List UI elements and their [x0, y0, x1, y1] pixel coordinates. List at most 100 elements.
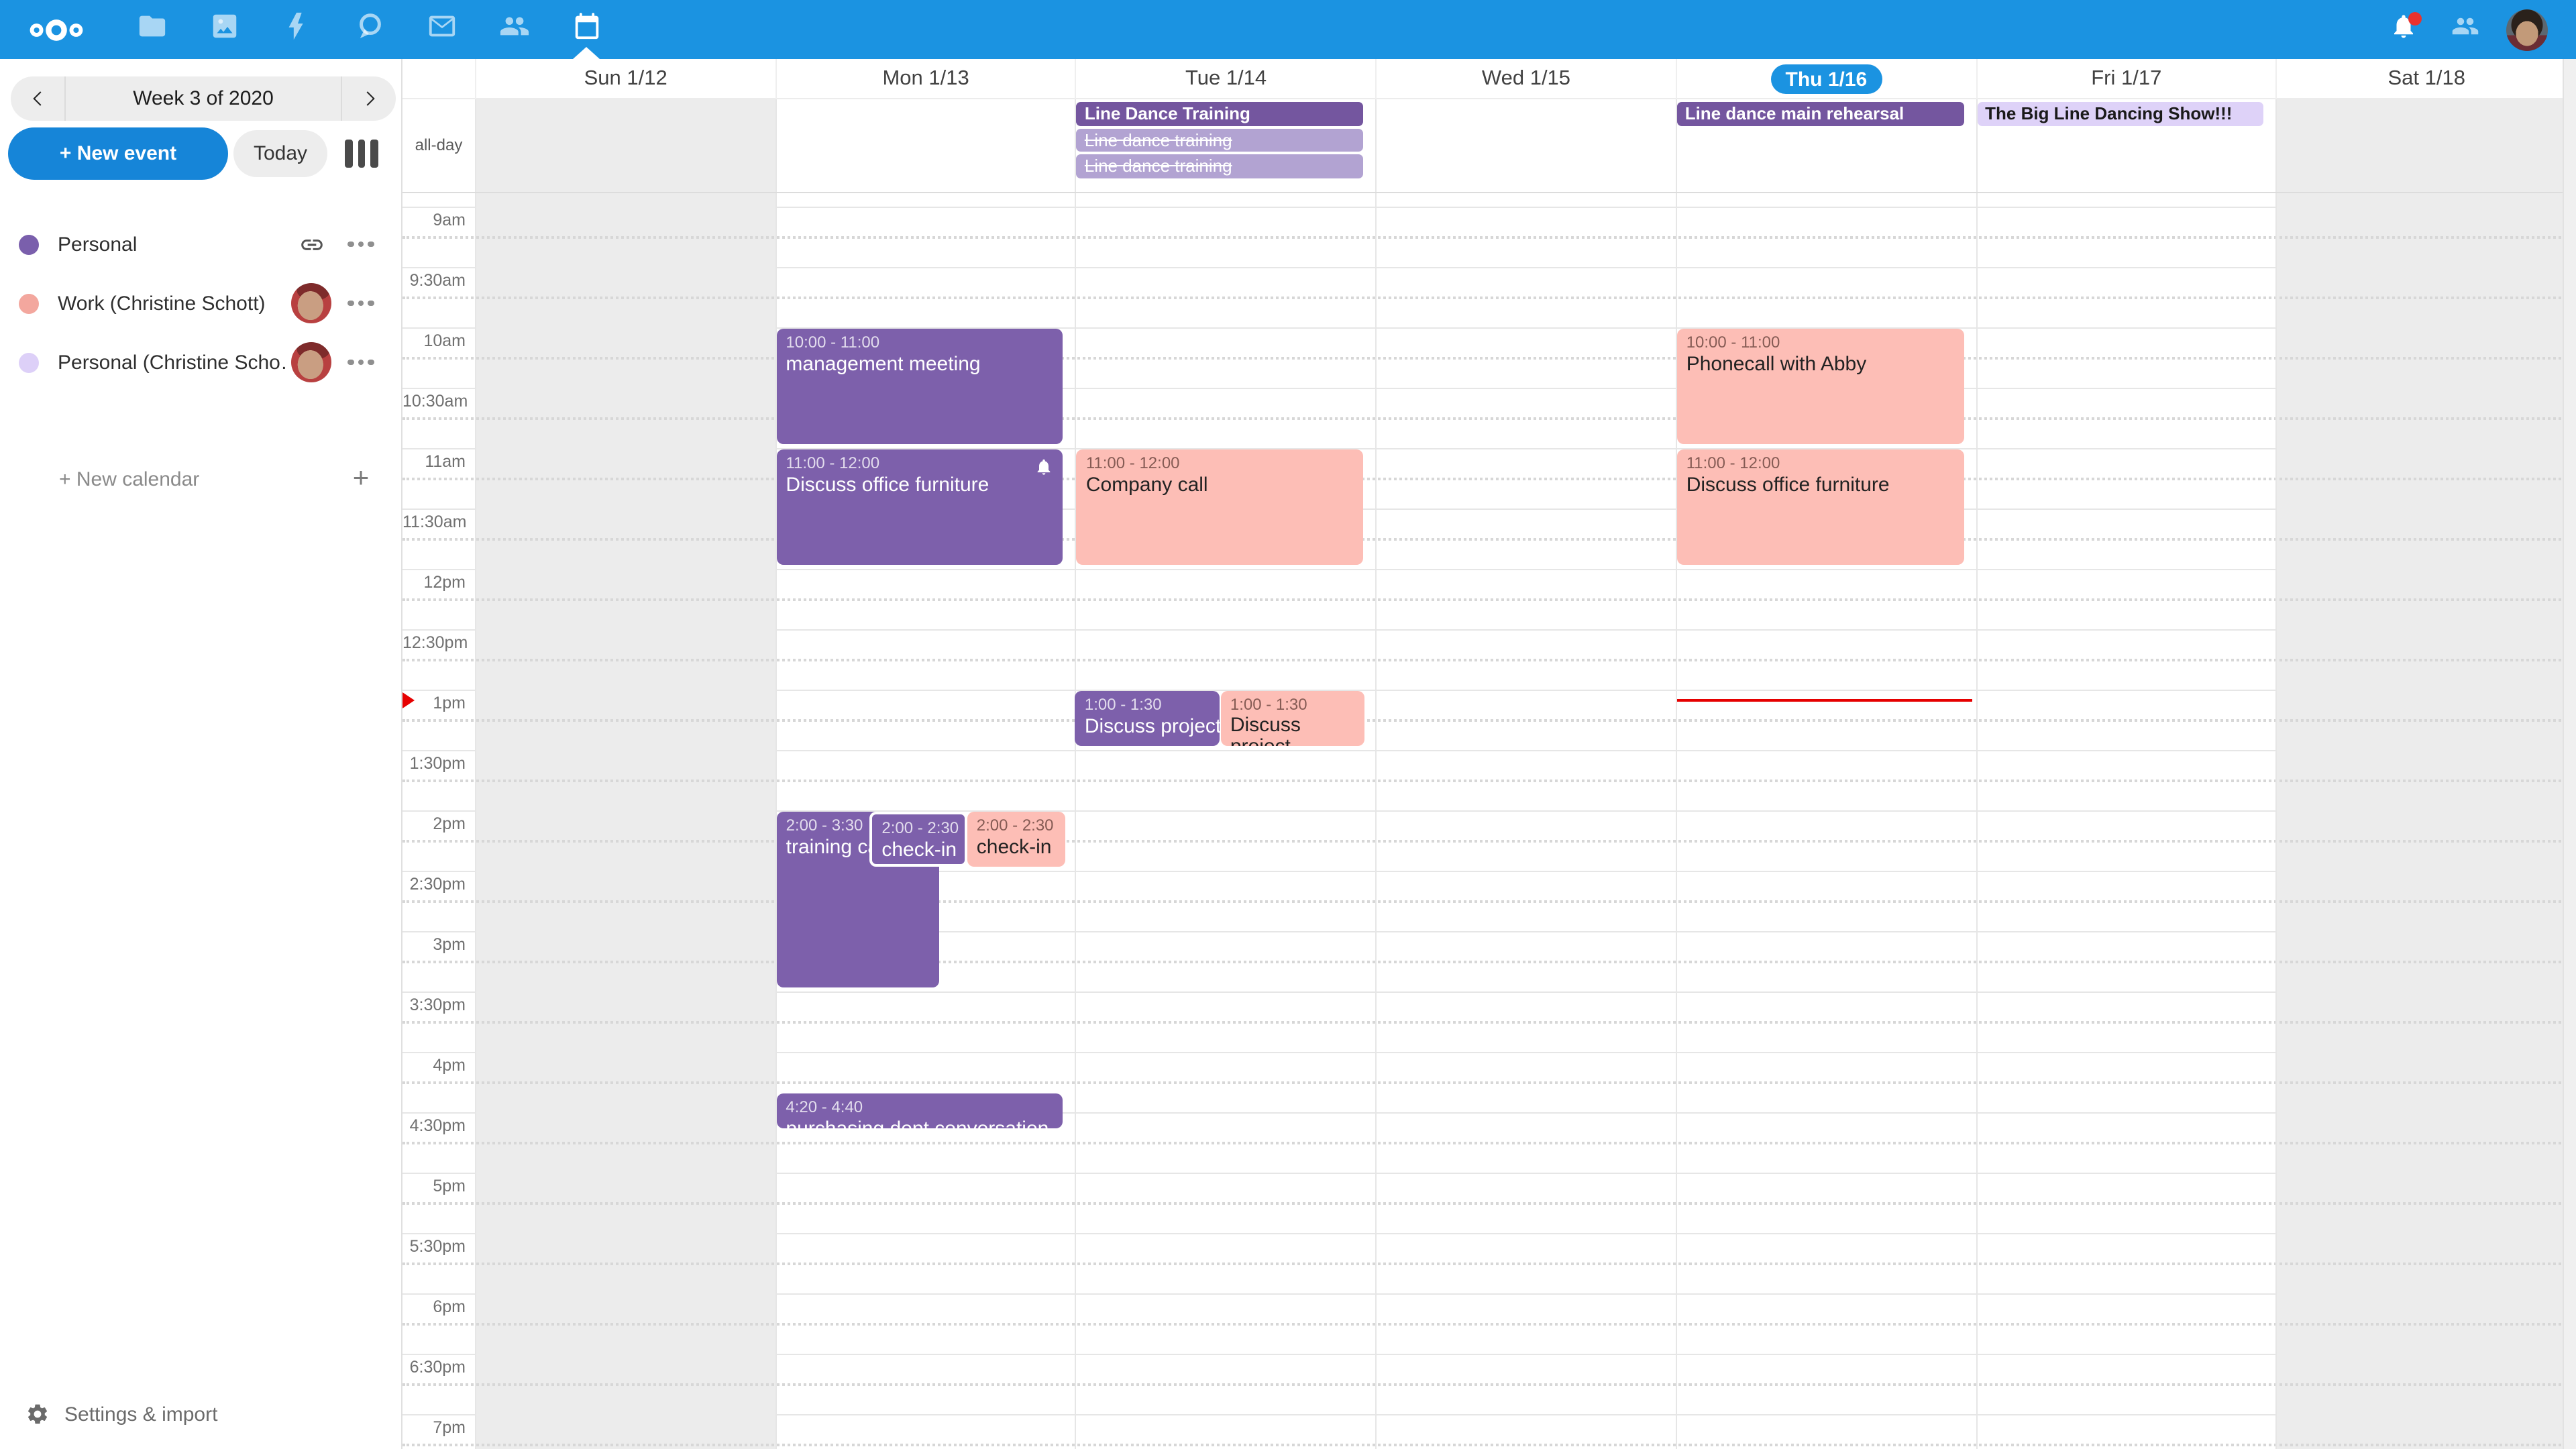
day-column-3[interactable] [1375, 193, 1675, 1449]
day-header-label: Tue 1/14 [1185, 67, 1267, 91]
time-label: 3:30pm [402, 995, 466, 1014]
day-header-1[interactable]: Mon 1/13 [775, 59, 1075, 99]
event-title: check-in [881, 838, 955, 861]
current-time-arrow [402, 692, 415, 708]
event-time: 2:00 - 2:30 [977, 815, 1055, 835]
alarm-bell-icon [1035, 457, 1054, 476]
calendar-list: Personal Work (Christine Schott) Personal … [0, 215, 401, 392]
day-header-4[interactable]: Thu 1/16 [1676, 59, 1976, 99]
app-menu-mail[interactable] [405, 0, 478, 59]
day-header-0[interactable]: Sun 1/12 [475, 59, 775, 99]
time-label: 4:30pm [402, 1116, 466, 1134]
previous-week-button[interactable] [11, 76, 64, 121]
all-day-event[interactable]: Line dance training [1077, 154, 1363, 178]
day-header-5[interactable]: Fri 1/17 [1976, 59, 2275, 99]
plus-icon: + [334, 463, 388, 495]
calendar-name: Personal (Christine Scho… [58, 351, 288, 374]
settings-import-label: Settings & import [64, 1403, 217, 1426]
app-menu-contacts[interactable] [478, 0, 550, 59]
lightning-icon [281, 11, 312, 48]
vertical-scrollbar[interactable] [2563, 59, 2576, 1449]
settings-import-button[interactable]: Settings & import [0, 1390, 401, 1438]
calendar-color-dot[interactable] [19, 352, 39, 372]
day-header-3[interactable]: Wed 1/15 [1375, 59, 1675, 99]
app-menu-talk[interactable] [333, 0, 405, 59]
current-time-line [1677, 699, 1972, 702]
event-phonecall-with-abby[interactable]: 10:00 - 11:00Phonecall with Abby [1677, 328, 1964, 443]
event-time: 1:00 - 1:30 [1085, 694, 1210, 714]
calendar-color-dot[interactable] [19, 234, 39, 254]
day-header-2[interactable]: Tue 1/14 [1075, 59, 1375, 99]
time-label: 5pm [402, 1176, 466, 1195]
column-border [2276, 99, 2277, 191]
day-column-0[interactable] [475, 193, 775, 1449]
owner-avatar [288, 283, 334, 323]
time-label: 1:30pm [402, 753, 466, 772]
app-menu-calendar[interactable] [550, 0, 623, 59]
today-button[interactable]: Today [233, 130, 327, 177]
day-header-label: Fri 1/17 [2091, 67, 2161, 91]
new-calendar-button[interactable]: + New calendar + [0, 451, 401, 507]
calendar-list-item-2[interactable]: Personal (Christine Scho… [0, 333, 401, 392]
event-discuss-office-furniture[interactable]: 11:00 - 12:00Discuss office furniture [1677, 449, 1964, 564]
contacts-menu-button[interactable] [2434, 0, 2496, 59]
app-menu-files[interactable] [115, 0, 188, 59]
share-link-icon[interactable] [288, 231, 334, 257]
weekend-shading [2276, 99, 2576, 191]
all-day-event[interactable]: Line Dance Training [1077, 102, 1363, 125]
all-day-row: all-dayLine Dance TrainingLine dance tra… [402, 99, 2576, 193]
talk-bubble-icon [354, 11, 384, 48]
time-label: 12:30pm [402, 633, 466, 651]
event-discuss-office-furniture[interactable]: 11:00 - 12:00Discuss office furniture [776, 449, 1063, 564]
time-label: 7pm [402, 1417, 466, 1436]
app-menu-photos[interactable] [188, 0, 260, 59]
week-label[interactable]: Week 3 of 2020 [64, 76, 342, 121]
all-day-event[interactable]: Line dance main rehearsal [1677, 102, 1964, 125]
calendar-actions-menu[interactable] [334, 360, 388, 366]
column-border [475, 99, 476, 191]
all-day-event[interactable]: The Big Line Dancing Show!!! [1977, 102, 2263, 125]
user-avatar [2506, 9, 2547, 50]
event-purchasing-dept-conversation[interactable]: 4:20 - 4:40purchasing dept conversation [776, 1093, 1063, 1128]
calendar-sidebar: Week 3 of 2020 + New event Today Persona… [0, 59, 402, 1449]
day-column-5[interactable] [1976, 193, 2275, 1449]
calendar-actions-menu[interactable] [334, 241, 388, 248]
time-label: 11am [402, 451, 466, 470]
next-week-button[interactable] [342, 76, 396, 121]
event-check-in[interactable]: 2:00 - 2:30check-in [869, 811, 967, 866]
calendar-list-item-0[interactable]: Personal [0, 215, 401, 274]
event-discuss-project-announcement[interactable]: 1:00 - 1:30Discuss project announcement [1221, 690, 1365, 745]
time-label: 10:30am [402, 391, 466, 410]
all-day-event[interactable]: Line dance training [1077, 128, 1363, 152]
time-label: 4pm [402, 1055, 466, 1074]
top-navigation-bar [0, 0, 2576, 59]
view-switcher-button[interactable] [345, 140, 382, 168]
notifications-button[interactable] [2372, 0, 2434, 59]
calendar-name: Work (Christine Schott) [58, 292, 288, 315]
event-title: purchasing dept conversation [786, 1117, 1053, 1128]
event-check-in[interactable]: 2:00 - 2:30check-in [967, 811, 1065, 866]
time-label: 11:30am [402, 512, 466, 531]
day-header-label: Sat 1/18 [2388, 67, 2466, 91]
user-menu-button[interactable] [2496, 0, 2557, 59]
day-column-6[interactable] [2276, 193, 2576, 1449]
calendar-color-dot[interactable] [19, 293, 39, 313]
gear-icon [25, 1402, 50, 1426]
time-label: 5:30pm [402, 1236, 466, 1255]
calendar-list-item-1[interactable]: Work (Christine Schott) [0, 274, 401, 333]
event-company-call[interactable]: 11:00 - 12:00Company call [1077, 449, 1363, 564]
app-menu-activity[interactable] [260, 0, 333, 59]
new-event-button[interactable]: + New event [8, 127, 228, 180]
nextcloud-logo[interactable] [19, 0, 94, 59]
day-header-label: Sun 1/12 [584, 67, 667, 91]
event-discuss-project-announcement[interactable]: 1:00 - 1:30Discuss project announcement [1075, 690, 1220, 745]
event-management-meeting[interactable]: 10:00 - 11:00management meeting [776, 328, 1063, 443]
day-header-6[interactable]: Sat 1/18 [2276, 59, 2576, 99]
calendar-actions-menu[interactable] [334, 301, 388, 307]
time-label: 2:30pm [402, 874, 466, 893]
contacts-icon [2451, 12, 2479, 47]
event-time: 2:00 - 2:30 [881, 818, 955, 838]
event-time: 11:00 - 12:00 [1686, 453, 1954, 473]
calendar-week-view: Sun 1/12 Mon 1/13 Tue 1/14 Wed 1/15Thu 1/16… [402, 59, 2576, 1449]
day-column-2[interactable] [1075, 193, 1375, 1449]
